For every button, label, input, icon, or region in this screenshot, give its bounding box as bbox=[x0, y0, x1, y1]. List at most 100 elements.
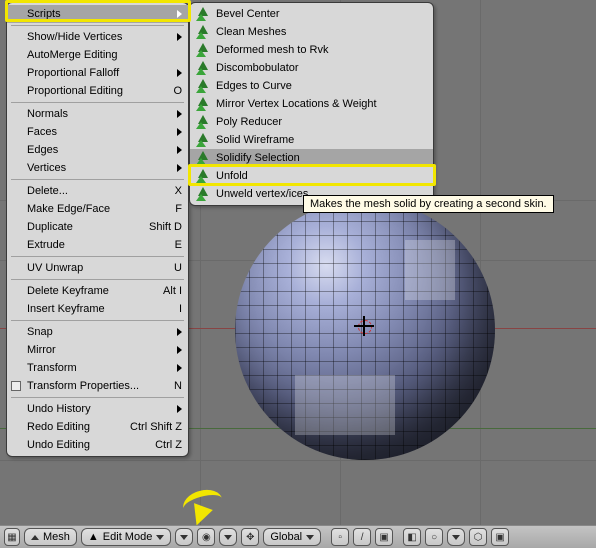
submenu-item[interactable]: Mirror Vertex Locations & Weight bbox=[190, 95, 433, 113]
menu-item-label: Transform bbox=[27, 362, 182, 374]
mode-label: Edit Mode bbox=[103, 531, 153, 543]
menu-item[interactable]: Mirror bbox=[7, 341, 188, 359]
menu-item[interactable]: Edges bbox=[7, 141, 188, 159]
snap-icon[interactable]: ⬡ bbox=[469, 528, 487, 546]
chevron-right-icon bbox=[177, 110, 182, 118]
python-script-icon bbox=[196, 115, 210, 129]
scripts-submenu[interactable]: Bevel Center Clean MeshesDeformed mesh to… bbox=[189, 2, 434, 206]
menu-item-shortcut: Ctrl Z bbox=[145, 439, 182, 451]
submenu-item-label: Solidify Selection bbox=[216, 152, 300, 164]
submenu-item[interactable]: Clean Meshes bbox=[190, 23, 433, 41]
submenu-item-label: Unfold bbox=[216, 170, 248, 182]
menu-item[interactable]: DuplicateShift D bbox=[7, 218, 188, 236]
orientation-label: Global bbox=[270, 531, 302, 543]
menu-item[interactable]: ExtrudeE bbox=[7, 236, 188, 254]
menu-separator bbox=[11, 320, 184, 321]
menu-separator bbox=[11, 102, 184, 103]
submenu-item[interactable]: Edges to Curve bbox=[190, 77, 433, 95]
menu-item[interactable]: Proportional EditingO bbox=[7, 82, 188, 100]
chevron-down-icon bbox=[452, 535, 460, 540]
sel-face-icon[interactable]: ▣ bbox=[375, 528, 393, 546]
python-script-icon bbox=[196, 25, 210, 39]
sel-vertex-icon[interactable]: ▫ bbox=[331, 528, 349, 546]
menu-item-label: Delete... bbox=[27, 185, 165, 197]
menu-separator bbox=[11, 25, 184, 26]
menu-item-shortcut: U bbox=[164, 262, 182, 274]
submenu-item-label: Poly Reducer bbox=[216, 116, 282, 128]
submenu-item[interactable]: Solid Wireframe bbox=[190, 131, 433, 149]
menu-item[interactable]: Make Edge/FaceF bbox=[7, 200, 188, 218]
menu-separator bbox=[11, 397, 184, 398]
submenu-item[interactable]: Deformed mesh to Rvk bbox=[190, 41, 433, 59]
header-bar: ▦ Mesh ▲ Edit Mode ◉ ✥ Global ▫ / ▣ ◧ ○ … bbox=[0, 525, 596, 548]
sel-edge-icon[interactable]: / bbox=[353, 528, 371, 546]
render-icon[interactable]: ▣ bbox=[491, 528, 509, 546]
submenu-item[interactable]: Bevel Center bbox=[190, 5, 433, 23]
chevron-down-icon bbox=[306, 535, 314, 540]
menu-item[interactable]: Faces bbox=[7, 123, 188, 141]
menu-item-label: AutoMerge Editing bbox=[27, 49, 182, 61]
menu-item[interactable]: Redo EditingCtrl Shift Z bbox=[7, 418, 188, 436]
mode-selector[interactable]: ▲ Edit Mode bbox=[81, 528, 171, 546]
menu-item-label: Undo Editing bbox=[27, 439, 145, 451]
mesh-menu-button[interactable]: Mesh bbox=[24, 528, 77, 546]
menu-item[interactable]: Transform Properties...N bbox=[7, 377, 188, 395]
menu-item-label: Make Edge/Face bbox=[27, 203, 165, 215]
chevron-down-icon bbox=[180, 535, 188, 540]
menu-separator bbox=[11, 179, 184, 180]
python-script-icon bbox=[196, 133, 210, 147]
menu-item[interactable]: Show/Hide Vertices bbox=[7, 28, 188, 46]
menu-item-shortcut: E bbox=[165, 239, 182, 251]
menu-item[interactable]: Proportional Falloff bbox=[7, 64, 188, 82]
submenu-item[interactable]: Discombobulator bbox=[190, 59, 433, 77]
submenu-item[interactable]: Solidify Selection bbox=[190, 149, 433, 167]
menu-separator bbox=[11, 279, 184, 280]
menu-item-shortcut: Ctrl Shift Z bbox=[120, 421, 182, 433]
submenu-item[interactable]: Unfold bbox=[190, 167, 433, 185]
menu-item-label: Mirror bbox=[27, 344, 182, 356]
menu-separator bbox=[11, 256, 184, 257]
occlude-icon[interactable]: ◧ bbox=[403, 528, 421, 546]
menu-item[interactable]: UV UnwrapU bbox=[7, 259, 188, 277]
python-script-icon bbox=[196, 79, 210, 93]
proportional-selector[interactable] bbox=[447, 528, 465, 546]
mesh-menu-label: Mesh bbox=[43, 531, 70, 543]
chevron-right-icon bbox=[177, 33, 182, 41]
menu-item[interactable]: Scripts bbox=[7, 5, 188, 23]
menu-item-label: Extrude bbox=[27, 239, 165, 251]
menu-item[interactable]: Vertices bbox=[7, 159, 188, 177]
chevron-up-icon bbox=[31, 535, 39, 540]
manipulator-icon[interactable]: ✥ bbox=[241, 528, 259, 546]
menu-item-label: Scripts bbox=[27, 8, 182, 20]
orientation-selector[interactable]: Global bbox=[263, 528, 321, 546]
menu-item-shortcut: F bbox=[165, 203, 182, 215]
menu-item[interactable]: Transform bbox=[7, 359, 188, 377]
menu-item-label: Transform Properties... bbox=[27, 380, 164, 392]
submenu-item-label: Discombobulator bbox=[216, 62, 299, 74]
menu-item[interactable]: Undo EditingCtrl Z bbox=[7, 436, 188, 454]
menu-item[interactable]: AutoMerge Editing bbox=[7, 46, 188, 64]
menu-item-label: Proportional Editing bbox=[27, 85, 163, 97]
menu-item[interactable]: Delete...X bbox=[7, 182, 188, 200]
proportional-icon[interactable]: ○ bbox=[425, 528, 443, 546]
menu-item[interactable]: Snap bbox=[7, 323, 188, 341]
menu-item[interactable]: Delete KeyframeAlt I bbox=[7, 282, 188, 300]
menu-item-label: UV Unwrap bbox=[27, 262, 164, 274]
submenu-item[interactable]: Poly Reducer bbox=[190, 113, 433, 131]
menu-item-label: Vertices bbox=[27, 162, 182, 174]
menu-item-shortcut: I bbox=[169, 303, 182, 315]
editor-type-icon[interactable]: ▦ bbox=[4, 528, 20, 546]
submenu-item-label: Bevel Center bbox=[216, 8, 280, 20]
menu-item-label: Redo Editing bbox=[27, 421, 120, 433]
menu-item[interactable]: Insert KeyframeI bbox=[7, 300, 188, 318]
pivot-selector[interactable] bbox=[219, 528, 237, 546]
draw-type-selector[interactable] bbox=[175, 528, 193, 546]
menu-item-label: Duplicate bbox=[27, 221, 139, 233]
mesh-menu[interactable]: Scripts Show/Hide Vertices AutoMerge Editi… bbox=[6, 2, 189, 457]
menu-item-label: Proportional Falloff bbox=[27, 67, 182, 79]
pivot-icon[interactable]: ◉ bbox=[197, 528, 215, 546]
menu-item-shortcut: Shift D bbox=[139, 221, 182, 233]
menu-item-label: Undo History bbox=[27, 403, 182, 415]
menu-item[interactable]: Undo History bbox=[7, 400, 188, 418]
menu-item[interactable]: Normals bbox=[7, 105, 188, 123]
